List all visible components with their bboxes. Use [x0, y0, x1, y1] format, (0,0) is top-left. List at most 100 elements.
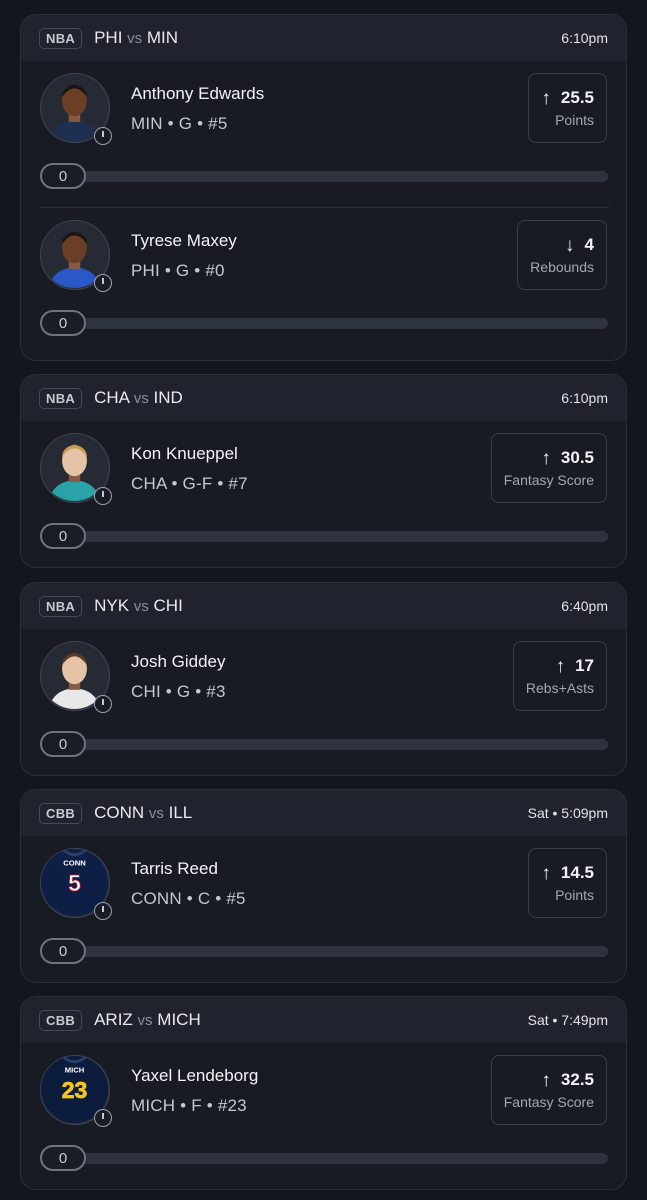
game-time: Sat • 7:49pm — [527, 1012, 608, 1028]
arrow-up-icon: ↑ — [541, 862, 551, 884]
player-row[interactable]: Anthony Edwards MIN • G • #5 ↑ 25.5 Points 0 — [21, 61, 626, 207]
player-avatar[interactable] — [40, 641, 112, 713]
home-team: ARIZ — [94, 1010, 133, 1029]
progress-value: 0 — [40, 731, 86, 757]
away-team: IND — [153, 388, 183, 407]
game-header: CBB ARIZ vs MICH Sat • 7:49pm — [21, 997, 626, 1043]
progress-track — [60, 946, 608, 957]
projection-box[interactable]: ↑ 25.5 Points — [528, 73, 607, 143]
player-avatar[interactable]: CONN 5 — [40, 847, 112, 920]
svg-text:5: 5 — [68, 870, 81, 896]
matchup: PHI vs MIN — [94, 28, 178, 48]
stat-type: Fantasy Score — [503, 472, 594, 488]
projection-line: ↑ 25.5 — [541, 88, 594, 108]
game-card: NBA PHI vs MIN 6:10pm Anthony Edwards MIN • … — [20, 14, 627, 361]
game-card: NBA NYK vs CHI 6:40pm Josh Giddey CHI • G • … — [20, 582, 627, 776]
player-name: Kon Knueppel — [131, 444, 238, 463]
vs-label: vs — [133, 390, 149, 407]
projection-value: 30.5 — [560, 448, 594, 467]
progress-value: 0 — [40, 1145, 86, 1171]
player-meta: MIN • G • #5 — [131, 114, 228, 133]
vs-label: vs — [148, 805, 164, 822]
projection-line: ↑ 32.5 — [541, 1070, 594, 1090]
player-name: Yaxel Lendeborg — [131, 1066, 259, 1085]
stat-type: Fantasy Score — [503, 1094, 594, 1110]
player-avatar[interactable] — [40, 73, 112, 145]
player-row[interactable]: MICH 23 Yaxel Lendeborg MICH • F • #23 ↑ 32.5… — [21, 1043, 626, 1189]
game-header: NBA NYK vs CHI 6:40pm — [21, 583, 626, 629]
game-card: NBA CHA vs IND 6:10pm Kon Knueppel CHA • G-F… — [20, 374, 627, 568]
player-meta: CHI • G • #3 — [131, 682, 226, 701]
projection-value: 17 — [575, 656, 594, 675]
svg-text:23: 23 — [62, 1077, 88, 1103]
matchup: CHA vs IND — [94, 388, 183, 408]
clock-icon — [94, 127, 112, 145]
stat-type: Rebs+Asts — [525, 680, 594, 696]
projection-value: 4 — [584, 235, 594, 254]
away-team: MICH — [157, 1010, 201, 1029]
projection-box[interactable]: ↑ 32.5 Fantasy Score — [490, 1055, 607, 1125]
stat-type: Rebounds — [530, 259, 594, 275]
league-badge: NBA — [39, 27, 83, 49]
game-header: NBA CHA vs IND 6:10pm — [21, 375, 626, 421]
game-card: CBB CONN vs ILL Sat • 5:09pm CONN 5 Tarris Re… — [20, 789, 627, 983]
league-badge: CBB — [39, 802, 83, 824]
player-row[interactable]: CONN 5 Tarris Reed CONN • C • #5 ↑ 14.5 Points… — [21, 836, 626, 982]
vs-label: vs — [137, 1012, 153, 1029]
projection-box[interactable]: ↑ 30.5 Fantasy Score — [490, 433, 607, 503]
player-meta: PHI • G • #0 — [131, 261, 225, 280]
projection-line: ↑ 17 — [556, 656, 594, 676]
arrow-up-icon: ↑ — [541, 1069, 551, 1091]
player-meta: CONN • C • #5 — [131, 889, 246, 908]
home-team: PHI — [94, 28, 123, 47]
projection-box[interactable]: ↑ 14.5 Points — [528, 848, 607, 918]
arrow-down-icon: ↓ — [565, 234, 575, 256]
player-name: Josh Giddey — [131, 652, 226, 671]
progress-value: 0 — [40, 523, 86, 549]
progress-bar: 0 — [40, 310, 608, 336]
picks-feed: NBA PHI vs MIN 6:10pm Anthony Edwards MIN • … — [0, 0, 647, 1200]
stat-type: Points — [555, 887, 594, 903]
clock-icon — [94, 1109, 112, 1127]
stat-type: Points — [555, 112, 594, 128]
player-row[interactable]: Tyrese Maxey PHI • G • #0 ↓ 4 Rebounds 0 — [21, 208, 626, 355]
player-meta: MICH • F • #23 — [131, 1096, 247, 1115]
progress-track — [60, 739, 608, 750]
home-team: CONN — [94, 803, 145, 822]
arrow-up-icon: ↑ — [555, 655, 566, 677]
game-time: 6:10pm — [561, 30, 608, 46]
progress-track — [60, 318, 608, 329]
matchup: NYK vs CHI — [94, 596, 183, 616]
progress-bar: 0 — [40, 1145, 608, 1171]
league-badge: NBA — [39, 595, 83, 617]
player-row[interactable]: Kon Knueppel CHA • G-F • #7 ↑ 30.5 Fantasy S… — [21, 421, 626, 567]
progress-bar: 0 — [40, 523, 608, 549]
player-avatar[interactable] — [40, 433, 112, 505]
game-time: Sat • 5:09pm — [527, 805, 608, 821]
away-team: MIN — [146, 28, 179, 47]
progress-value: 0 — [40, 163, 86, 189]
game-time: 6:10pm — [561, 390, 608, 406]
away-team: CHI — [153, 596, 183, 615]
progress-bar: 0 — [40, 163, 608, 189]
progress-track — [60, 1153, 608, 1164]
clock-icon — [94, 487, 112, 505]
player-avatar[interactable]: MICH 23 — [40, 1054, 112, 1127]
home-team: NYK — [94, 596, 130, 615]
player-meta: CHA • G-F • #7 — [131, 474, 248, 493]
projection-box[interactable]: ↓ 4 Rebounds — [517, 220, 607, 290]
game-header: CBB CONN vs ILL Sat • 5:09pm — [21, 790, 626, 836]
clock-icon — [94, 902, 112, 920]
clock-icon — [94, 695, 112, 713]
player-name: Anthony Edwards — [131, 84, 265, 103]
player-avatar[interactable] — [40, 220, 112, 292]
progress-value: 0 — [40, 310, 86, 336]
projection-line: ↑ 30.5 — [541, 448, 594, 468]
player-name: Tyrese Maxey — [131, 231, 237, 250]
player-name: Tarris Reed — [131, 859, 218, 878]
vs-label: vs — [133, 598, 149, 615]
league-badge: NBA — [39, 387, 83, 409]
projection-box[interactable]: ↑ 17 Rebs+Asts — [512, 641, 607, 711]
player-row[interactable]: Josh Giddey CHI • G • #3 ↑ 17 Rebs+Asts 0 — [21, 629, 626, 775]
progress-bar: 0 — [40, 938, 608, 964]
